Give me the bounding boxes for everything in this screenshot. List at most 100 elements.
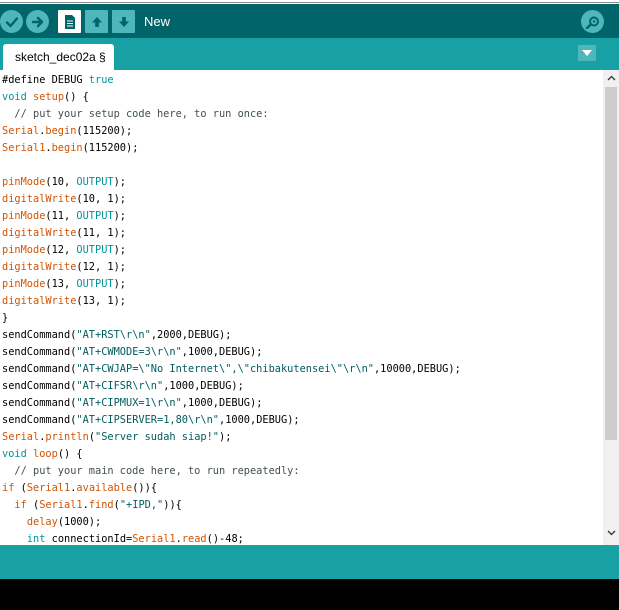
code-line: Serial1.begin(115200); — [2, 140, 461, 157]
code-line: pinMode(13, OUTPUT); — [2, 276, 461, 293]
code-token: if — [14, 499, 27, 511]
code-token: "AT+CWMODE=3\r\n" — [76, 346, 182, 358]
code-token: (115200); — [82, 142, 139, 154]
code-token: digitalWrite — [2, 261, 77, 273]
code-line: #define DEBUG true — [2, 72, 461, 89]
code-token: delay — [26, 516, 58, 528]
scroll-down-button[interactable] — [603, 525, 619, 541]
code-token: #define DEBUG — [2, 74, 89, 86]
code-token: (10, 1); — [76, 193, 127, 205]
code-token: OUTPUT — [76, 278, 114, 290]
open-button[interactable] — [85, 10, 108, 33]
code-line: sendCommand("AT+CIPMUX=1\r\n",1000,DEBUG… — [2, 395, 461, 412]
code-token: "AT+CIFSR\r\n" — [76, 380, 164, 392]
code-token: (13, 1); — [76, 295, 127, 307]
code-line: delay(1000); — [2, 514, 461, 531]
code-token: "Server sudah siap!" — [95, 431, 220, 443]
scroll-up-button[interactable] — [603, 70, 619, 86]
code-token: Serial1 — [2, 142, 46, 154]
code-token: OUTPUT — [76, 244, 114, 256]
code-token: digitalWrite — [2, 295, 77, 307]
code-line: Serial.println("Server sudah siap!"); — [2, 429, 461, 446]
code-token: digitalWrite — [2, 227, 77, 239]
code-line: } — [2, 310, 461, 327]
code-line: // put your setup code here, to run once… — [2, 106, 461, 123]
new-button[interactable] — [58, 10, 81, 33]
code-token: loop — [33, 448, 58, 460]
code-token: pinMode — [2, 278, 46, 290]
code-token: sendCommand( — [2, 414, 77, 426]
code-token: "AT+CIPMUX=1\r\n" — [76, 397, 182, 409]
code-token: "+IPD," — [119, 499, 164, 511]
code-line: void setup() { — [2, 89, 461, 106]
code-token: (11, — [45, 210, 77, 222]
code-line: pinMode(11, OUTPUT); — [2, 208, 461, 225]
toolbar: New — [0, 4, 619, 38]
code-token: "AT+CIPSERVER=1,80\r\n" — [76, 414, 219, 426]
code-token: ()){ — [132, 482, 158, 494]
code-token: sendCommand( — [2, 363, 77, 375]
code-token: ,10000,DEBUG); — [373, 363, 461, 375]
chevron-down-icon — [607, 530, 615, 536]
code-token: find — [88, 499, 114, 511]
upload-button[interactable] — [26, 10, 49, 33]
tab-sketch[interactable]: sketch_dec02a § — [3, 44, 114, 70]
code-token: // put your main code here, to run repea… — [2, 465, 300, 477]
code-token: (12, — [45, 244, 77, 256]
status-bar — [0, 545, 619, 579]
code-token: Serial — [2, 125, 40, 137]
code-line: // put your main code here, to run repea… — [2, 463, 461, 480]
code-token: connectionId= — [45, 533, 133, 545]
toolbar-hover-label: New — [144, 14, 171, 29]
code-token: OUTPUT — [76, 210, 114, 222]
code-editor[interactable]: #define DEBUG true void setup() { // put … — [0, 70, 603, 545]
code-line: sendCommand("AT+CIFSR\r\n",1000,DEBUG); — [2, 378, 461, 395]
code-token: "AT+CWJAP=\"No Internet\",\"chibakutense… — [76, 363, 374, 375]
triangle-down-icon — [582, 50, 592, 56]
code-token: sendCommand( — [2, 346, 77, 358]
code-text[interactable]: #define DEBUG true void setup() { // put … — [2, 72, 461, 545]
code-token: (12, 1); — [76, 261, 127, 273]
code-token: pinMode — [2, 210, 46, 222]
save-button[interactable] — [112, 10, 135, 33]
code-token: Serial1 — [26, 482, 71, 494]
vertical-scrollbar[interactable] — [603, 70, 619, 545]
code-token: ,2000,DEBUG); — [150, 329, 232, 341]
verify-button[interactable] — [0, 10, 23, 33]
code-token: setup — [33, 91, 65, 103]
code-token: pinMode — [2, 244, 46, 256]
code-token: ); — [113, 176, 127, 188]
chevron-up-icon — [607, 75, 615, 81]
code-line: sendCommand("AT+CIPSERVER=1,80\r\n",1000… — [2, 412, 461, 429]
tab-label: sketch_dec02a § — [15, 50, 106, 64]
code-token: (1000); — [57, 516, 102, 528]
serial-monitor-button[interactable] — [581, 10, 604, 33]
code-token: ,1000,DEBUG); — [181, 346, 263, 358]
scrollbar-thumb[interactable] — [605, 87, 617, 440]
code-line: digitalWrite(13, 1); — [2, 293, 461, 310]
code-line: digitalWrite(10, 1); — [2, 191, 461, 208]
code-token: read — [181, 533, 207, 545]
code-token: sendCommand( — [2, 329, 77, 341]
code-token: (13, — [45, 278, 77, 290]
code-token: } — [2, 312, 9, 324]
console-output[interactable] — [0, 579, 619, 610]
code-token: sendCommand( — [2, 380, 77, 392]
code-token: () { — [57, 448, 83, 460]
code-token: pinMode — [2, 176, 46, 188]
new-file-icon — [64, 14, 75, 29]
code-token: int — [26, 533, 46, 545]
arrow-down-icon — [118, 16, 129, 27]
code-line: if (Serial1.find("+IPD,")){ — [2, 497, 461, 514]
code-line: sendCommand("AT+RST\r\n",2000,DEBUG); — [2, 327, 461, 344]
tab-bar: sketch_dec02a § — [0, 38, 619, 70]
code-token: ,1000,DEBUG); — [219, 414, 300, 426]
code-line: if (Serial1.available()){ — [2, 480, 461, 497]
code-token: void — [2, 91, 27, 103]
tab-menu-button[interactable] — [578, 45, 596, 61]
code-line: sendCommand("AT+CWJAP=\"No Internet\",\"… — [2, 361, 461, 378]
code-line: int connectionId=Serial1.read()-48; — [2, 531, 461, 545]
